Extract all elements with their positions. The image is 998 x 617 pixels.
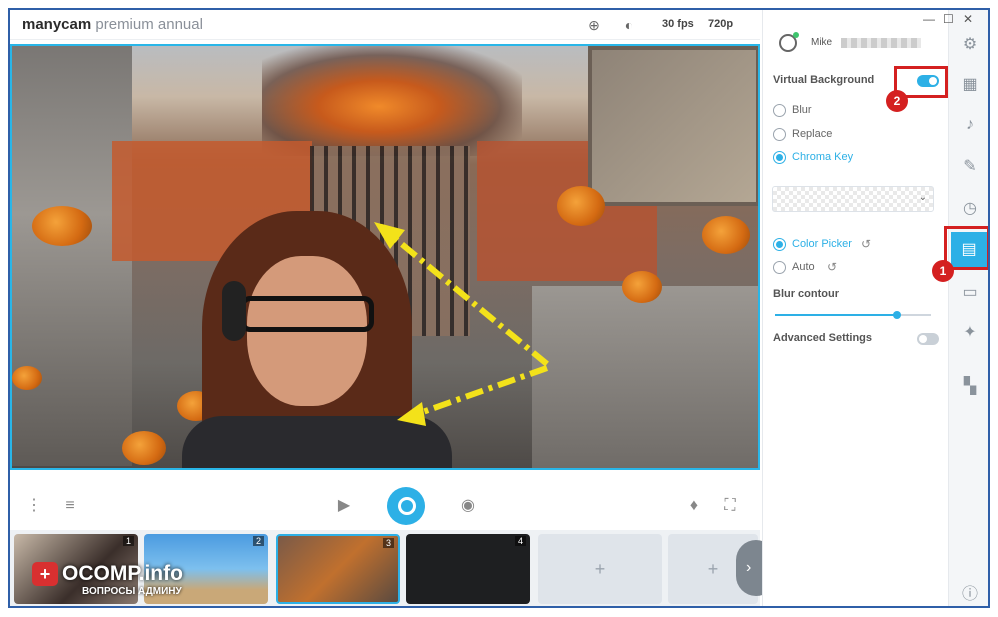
minimize-icon[interactable]: — [923, 12, 935, 26]
radio-icon[interactable] [773, 104, 786, 117]
clock-icon[interactable]: ◷ [957, 196, 983, 222]
background-color-select[interactable]: ⌄ [772, 186, 934, 212]
option-label: Replace [792, 128, 833, 140]
avatar-icon [779, 32, 799, 52]
advanced-settings-toggle[interactable] [917, 333, 939, 345]
widgets-icon[interactable]: ▚ [957, 374, 983, 400]
watermark-logo: + [32, 562, 58, 586]
fps-selector[interactable]: 30 fps [662, 18, 694, 30]
video-preview[interactable] [10, 44, 760, 470]
close-icon[interactable]: ✕ [963, 12, 973, 26]
broadcast-button[interactable] [387, 487, 425, 525]
advanced-settings-label: Advanced Settings [773, 332, 873, 344]
zoom-icon[interactable]: ⊕ [585, 16, 603, 34]
microphone-icon[interactable]: ♦ [686, 496, 702, 516]
blur-contour-slider[interactable] [775, 311, 931, 319]
option-label: Blur [792, 104, 812, 116]
audio-icon[interactable]: ♪ [957, 112, 983, 138]
resolution-selector[interactable]: 720p [708, 18, 733, 30]
radio-icon[interactable] [773, 238, 786, 251]
add-preset-button[interactable]: + [538, 534, 662, 604]
gear-icon[interactable]: ⚙ [957, 32, 983, 58]
annotation-badge-2: 2 [886, 90, 908, 112]
snapshot-camera-icon[interactable]: ◉ [456, 496, 480, 516]
radio-icon[interactable] [773, 151, 786, 164]
preset-thumbnail[interactable]: 4 [406, 534, 530, 604]
slider-fill [775, 314, 897, 316]
brightness-icon[interactable]: ◐ [620, 16, 638, 34]
radio-icon[interactable] [773, 128, 786, 141]
preset-number: 4 [514, 536, 526, 546]
user-name-blurred [841, 38, 921, 48]
virtual-background-panel: Mike Virtual Background Blur Replace Chr… [762, 10, 948, 606]
annotation-arrows [374, 222, 549, 426]
info-icon[interactable]: ⓘ [957, 582, 983, 606]
title-bar: manycam premium annual ⊕ ◐ 30 fps 720p [10, 10, 760, 40]
preset-number: 2 [252, 536, 264, 546]
maximize-icon[interactable]: ☐ [943, 12, 954, 26]
more-options-icon[interactable]: ⋮ [26, 496, 42, 516]
lower-thirds-icon[interactable]: ▭ [957, 280, 983, 306]
chevron-down-icon: ⌄ [918, 192, 927, 203]
preset-number: 3 [382, 538, 394, 548]
preset-number: 1 [122, 536, 134, 546]
option-label: Chroma Key [792, 151, 854, 163]
app-brand: manycam premium annual [22, 16, 203, 33]
option-label: Color Picker [792, 238, 852, 250]
virtual-background-label: Virtual Background [773, 74, 875, 86]
control-bar: ⋮ ≡ ▶ ◉ ♦ ⛶ [10, 484, 760, 528]
radio-icon[interactable] [773, 261, 786, 274]
video-camera-icon[interactable]: ▶ [332, 496, 356, 516]
draw-icon[interactable]: ✎ [957, 154, 983, 180]
effects-wand-icon[interactable]: ✦ [957, 320, 983, 346]
watermark-title: OCOMP.info [62, 562, 183, 585]
reset-icon[interactable]: ↺ [861, 237, 871, 251]
sidebar-rail: — ☐ ✕ ⚙ ▦ ♪ ✎ ◷ ▤ ▭ ✦ ▚ ⓘ [923, 10, 988, 606]
annotation-badge-1: 1 [932, 260, 954, 282]
watermark: + OCOMP.info ВОПРОСЫ АДМИНУ [16, 558, 276, 600]
slider-handle[interactable] [892, 311, 901, 319]
media-library-icon[interactable]: ▦ [957, 72, 983, 98]
playlist-icon[interactable]: ≡ [60, 496, 80, 516]
user-account[interactable]: Mike [773, 32, 943, 56]
watermark-subtitle: ВОПРОСЫ АДМИНУ [82, 586, 182, 597]
option-label: Auto [792, 261, 815, 273]
blur-contour-label: Blur contour [773, 288, 839, 300]
user-name: Mike [811, 37, 833, 48]
preset-thumbnail-selected[interactable]: 3 [276, 534, 400, 604]
fullscreen-icon[interactable]: ⛶ [720, 496, 740, 516]
manycam-window: manycam premium annual ⊕ ◐ 30 fps 720p ⋮… [8, 8, 990, 608]
reset-icon[interactable]: ↺ [827, 260, 837, 274]
